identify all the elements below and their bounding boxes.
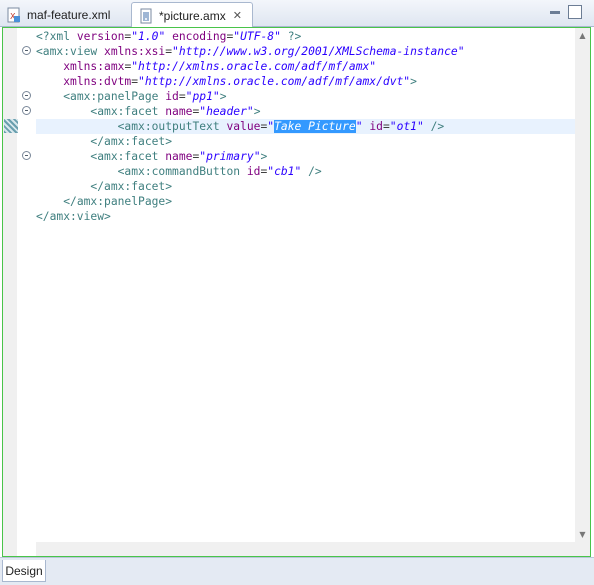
minimize-icon[interactable] xyxy=(548,5,562,19)
code-line-4: xmlns:dvtm="http://xmlns.oracle.com/adf/… xyxy=(63,75,417,88)
amx-file-icon xyxy=(140,8,152,23)
overview-ruler xyxy=(3,28,17,556)
code-area[interactable]: <?xml version="1.0" encoding="UTF-8" ?> … xyxy=(36,28,575,542)
code-line-5: <amx:panelPage id="pp1"> xyxy=(63,90,227,103)
code-line-2: <amx:view xmlns:xsi="http://www.w3.org/2… xyxy=(36,45,465,58)
source-editor[interactable]: <?xml version="1.0" encoding="UTF-8" ?> … xyxy=(2,27,591,557)
code-line-9: <amx:facet name="primary"> xyxy=(90,150,268,163)
code-line-8: </amx:facet> xyxy=(90,135,173,148)
scroll-corner xyxy=(575,542,590,556)
bottom-tab-bar: Design xyxy=(0,557,594,585)
fold-collapse-icon[interactable] xyxy=(22,46,31,55)
fold-collapse-icon[interactable] xyxy=(22,106,31,115)
selected-text[interactable]: Take Picture xyxy=(274,120,356,133)
code-line-3: xmlns:amx="http://xmlns.oracle.com/adf/m… xyxy=(63,60,377,73)
tab-maf-feature-xml[interactable]: X maf-feature.xml xyxy=(0,2,128,27)
fold-collapse-icon[interactable] xyxy=(22,91,31,100)
vertical-scrollbar[interactable]: ▲ ▼ xyxy=(575,28,590,542)
code-line-10: <amx:commandButton id="cb1" /> xyxy=(117,165,322,178)
code-line-11: </amx:facet> xyxy=(90,180,173,193)
occurrence-marker[interactable] xyxy=(4,119,18,133)
horizontal-scrollbar[interactable] xyxy=(36,542,575,556)
code-line-7: <amx:outputText value="Take Picture" id=… xyxy=(117,120,445,133)
editor-tab-bar: X maf-feature.xml *picture.amx ✕ xyxy=(0,0,594,28)
scroll-up-icon[interactable]: ▲ xyxy=(575,28,590,43)
tab-design[interactable]: Design xyxy=(2,560,46,582)
code-line-1: <?xml version="1.0" encoding="UTF-8" ?> xyxy=(36,30,302,43)
code-line-12: </amx:panelPage> xyxy=(63,195,173,208)
tab-label: *picture.amx xyxy=(159,8,226,23)
maximize-icon[interactable] xyxy=(568,5,582,19)
fold-collapse-icon[interactable] xyxy=(22,151,31,160)
tab-picture-amx[interactable]: *picture.amx ✕ xyxy=(131,2,253,28)
code-line-6: <amx:facet name="header"> xyxy=(90,105,261,118)
xml-file-icon: X xyxy=(7,7,20,22)
scroll-down-icon[interactable]: ▼ xyxy=(575,527,590,542)
code-line-13: </amx:view> xyxy=(36,210,111,223)
tab-label: maf-feature.xml xyxy=(27,7,111,22)
close-icon[interactable]: ✕ xyxy=(233,9,242,22)
folding-gutter xyxy=(18,28,36,542)
